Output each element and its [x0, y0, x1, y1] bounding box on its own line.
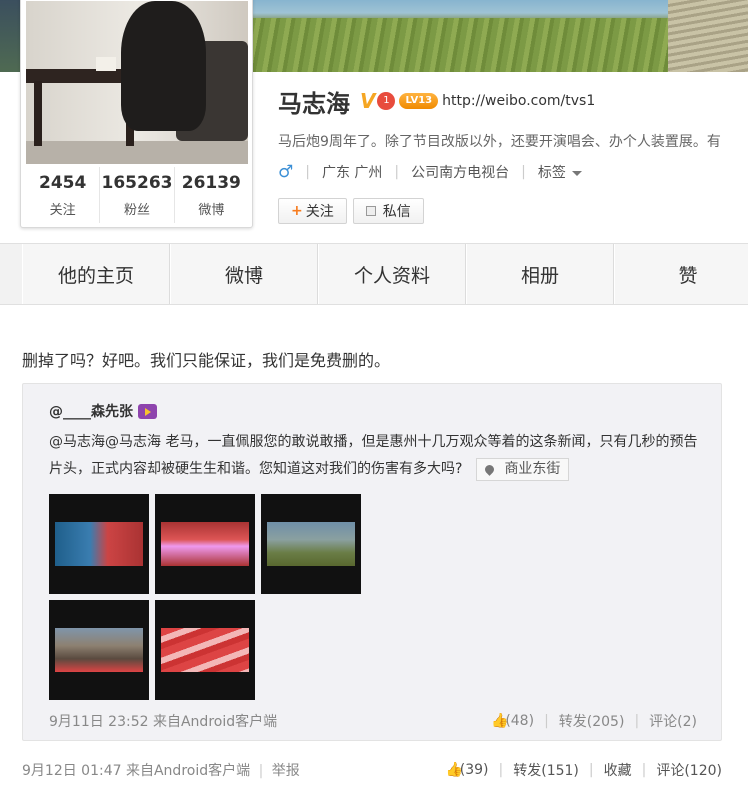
reposted-weibo: @____森先张 @马志海@马志海 老马，一直佩服您的敢说敢播，但是惠州十几万观… [22, 383, 722, 741]
tab-album[interactable]: 相册 [466, 244, 614, 304]
repost-actions: 👍(48) | 转发(205) | 评论(2) [491, 711, 697, 731]
stat-number: 165263 [101, 173, 173, 193]
message-label: 私信 [382, 204, 411, 220]
repost-image[interactable] [49, 600, 149, 700]
tab-home[interactable]: 他的主页 [22, 244, 170, 304]
verified-v-icon[interactable]: V [360, 89, 375, 113]
thumbs-up-icon: 👍 [491, 713, 509, 729]
follow-button[interactable]: + 关注 [278, 198, 347, 224]
plus-icon: + [291, 203, 303, 219]
divider: | [634, 713, 640, 729]
tab-weibo[interactable]: 微博 [170, 244, 318, 304]
repost-text: @马志海@马志海 老马，一直佩服您的敢说敢播，但是惠州十几万观众等着的这条新闻，… [49, 434, 698, 477]
repost-footer: 9月11日 23:52 来自Android客户端 [49, 711, 277, 731]
profile-tabs: 他的主页 微博 个人资料 相册 赞 [0, 243, 748, 305]
stat-number: 2454 [39, 173, 87, 193]
divider: | [588, 762, 594, 778]
chevron-down-icon [571, 170, 582, 176]
repost-source[interactable]: 来自Android客户端 [153, 714, 277, 730]
repost-image[interactable] [155, 494, 255, 594]
profile-actions: + 关注 私信 [278, 198, 424, 224]
repost-like-count: (48) [505, 713, 535, 729]
post-text: 删掉了吗？好吧。我们只能保证，我们是免费删的。 [22, 351, 391, 370]
post-actions: 👍(39) | 转发(151) | 收藏 | 评论(120) [446, 760, 722, 780]
post-repost-button[interactable]: 转发(151) [513, 760, 579, 780]
repost-author-name[interactable]: @____森先张 [49, 401, 133, 421]
divider: | [394, 164, 400, 180]
level-badge[interactable]: LV13 [399, 93, 439, 109]
member-crown-icon[interactable]: 1 [377, 92, 396, 110]
location-text[interactable]: 广东 广州 [322, 162, 382, 182]
stat-followers[interactable]: 165263 粉丝 [100, 167, 175, 223]
divider: | [258, 763, 264, 779]
stat-following[interactable]: 2454 关注 [26, 167, 101, 223]
tags-label: 标签 [537, 165, 566, 181]
male-gender-icon: ♂ [278, 162, 294, 182]
follow-label: 关注 [305, 204, 334, 220]
repost-author: @____森先张 [49, 401, 157, 421]
profile-card: 2454 关注 165263 粉丝 26139 微博 [20, 0, 253, 228]
stat-label: 微博 [198, 203, 225, 218]
avatar-table-leg [34, 81, 42, 146]
stat-label: 关注 [49, 203, 76, 218]
tab-profile-info[interactable]: 个人资料 [318, 244, 466, 304]
avatar[interactable] [26, 1, 248, 164]
tv-screen [267, 522, 355, 566]
post-time[interactable]: 9月12日 01:47 [22, 763, 122, 779]
stat-weibo[interactable]: 26139 微博 [175, 167, 248, 223]
tab-likes[interactable]: 赞 [614, 244, 748, 304]
tv-screen [55, 628, 143, 672]
map-pin-icon [483, 462, 497, 476]
stats-row: 2454 关注 165263 粉丝 26139 微博 [26, 167, 248, 223]
divider: | [305, 164, 310, 180]
post-footer: 9月12日 01:47 来自Android客户端 | 举报 [22, 760, 300, 780]
divider: | [521, 164, 526, 180]
tv-screen [55, 522, 143, 566]
report-link[interactable]: 举报 [272, 763, 300, 779]
weibo-profile-page: 2454 关注 165263 粉丝 26139 微博 马志海 V 1 LV13 … [0, 0, 748, 790]
avatar-cup [96, 57, 116, 71]
avatar-person [121, 1, 206, 131]
repost-image[interactable] [49, 494, 149, 594]
profile-description: 马后炮9周年了。除了节目改版以外，还要开演唱会、办个人装置展。有 [278, 134, 721, 150]
stat-label: 粉丝 [123, 203, 150, 218]
divider: | [498, 762, 504, 778]
post-like-button[interactable]: 👍(39) [446, 762, 489, 778]
avatar-floor [26, 141, 248, 164]
profile-header: 马志海 V 1 LV13 http://weibo.com/tvs1 [278, 86, 595, 118]
location-tag-label: 商业东街 [504, 460, 561, 477]
post-like-count: (39) [459, 762, 489, 778]
repost-image[interactable] [155, 600, 255, 700]
cover-stairs [668, 0, 748, 72]
profile-meta: ♂ | 广东 广州 | 公司南方电视台 | 标签 [278, 162, 582, 182]
profile-url[interactable]: http://weibo.com/tvs1 [442, 93, 595, 109]
tv-screen [161, 522, 249, 566]
company-text[interactable]: 公司南方电视台 [411, 162, 509, 182]
tv-screen [161, 628, 249, 672]
message-icon [365, 206, 376, 216]
post-favorite-button[interactable]: 收藏 [604, 760, 632, 780]
repost-like-button[interactable]: 👍(48) [491, 713, 534, 729]
divider: | [544, 713, 549, 729]
post-source[interactable]: 来自Android客户端 [126, 763, 250, 779]
repost-comment-button[interactable]: 评论(2) [649, 711, 697, 731]
repost-repost-button[interactable]: 转发(205) [559, 711, 625, 731]
divider: | [641, 762, 647, 778]
name-row: 马志海 V 1 LV13 http://weibo.com/tvs1 [278, 86, 595, 118]
thumbs-up-icon: 👍 [445, 762, 464, 778]
profile-name: 马志海 [278, 89, 350, 118]
tags-dropdown[interactable]: 标签 [538, 162, 582, 182]
post-comment-button[interactable]: 评论(120) [656, 760, 722, 780]
repost-text-block: @马志海@马志海 老马，一直佩服您的敢说敢播，但是惠州十几万观众等着的这条新闻，… [49, 429, 699, 483]
stat-number: 26139 [181, 173, 241, 193]
message-button[interactable]: 私信 [352, 198, 424, 224]
location-tag[interactable]: 商业东街 [476, 457, 570, 481]
video-badge-icon [138, 403, 157, 419]
repost-time[interactable]: 9月11日 23:52 [49, 714, 149, 730]
repost-image[interactable] [261, 494, 361, 594]
